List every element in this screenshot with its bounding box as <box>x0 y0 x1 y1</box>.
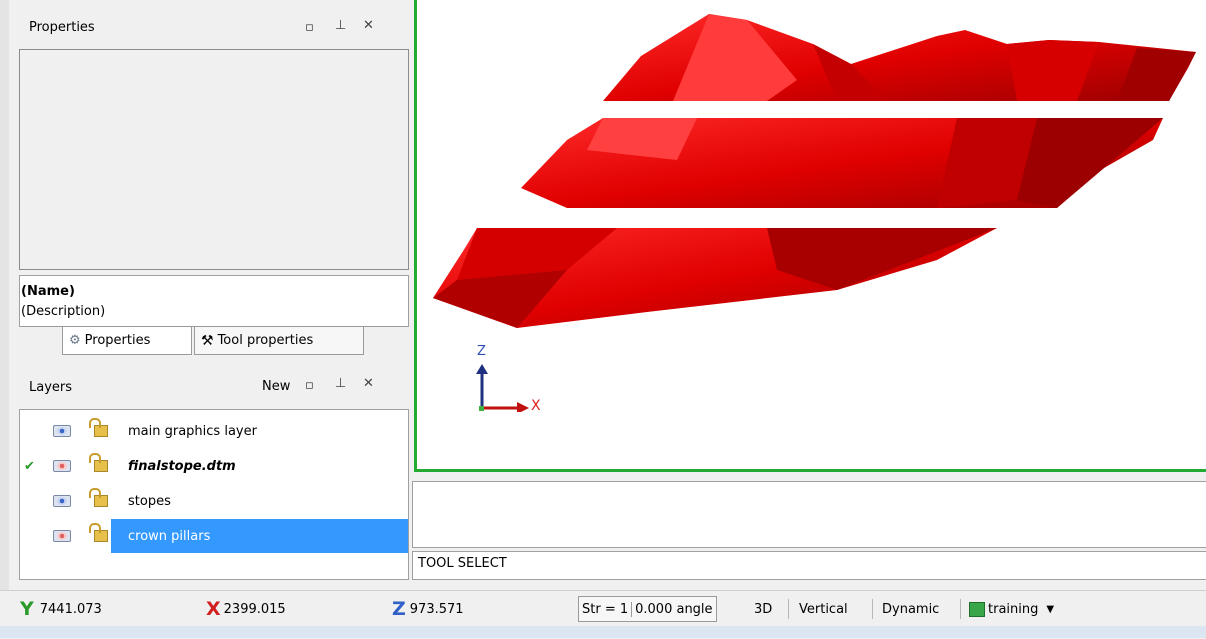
tab-tool-properties[interactable]: ⚒ Tool properties <box>194 327 364 355</box>
dynamic-toggle[interactable]: Dynamic <box>882 594 939 624</box>
z-coordinate: Z 973.571 <box>392 594 464 624</box>
tab-tool-properties-label: Tool properties <box>217 333 314 348</box>
pin-icon[interactable]: ⊥ <box>335 376 346 391</box>
float-icon[interactable]: ▫ <box>305 378 314 393</box>
lock-icon[interactable] <box>89 488 108 507</box>
property-name: (Name) <box>21 284 75 299</box>
properties-grid[interactable] <box>19 49 409 270</box>
layer-row[interactable]: ✔ finalstope.dtm <box>20 449 406 483</box>
axis-z-label: Z <box>477 344 486 359</box>
z-value: 973.571 <box>409 601 464 617</box>
layer-label: crown pillars <box>128 528 211 544</box>
angle-label[interactable]: 0.000 angle <box>631 601 715 617</box>
str-label: Str = 1 <box>582 601 629 617</box>
visibility-eye-icon[interactable] <box>53 460 71 472</box>
str-button[interactable]: Str = 1 0.000 angle <box>578 596 717 622</box>
cube-icon <box>969 601 985 617</box>
chevron-down-icon: ▼ <box>1046 603 1055 615</box>
y-coordinate: Y 7441.073 <box>20 594 102 624</box>
visibility-eye-icon[interactable] <box>53 530 71 542</box>
x-value: 2399.015 <box>223 601 286 617</box>
tab-properties-label: Properties <box>84 333 151 348</box>
viewport-3d[interactable]: Z X <box>414 0 1206 472</box>
lock-icon[interactable] <box>89 418 108 437</box>
layers-list[interactable]: main graphics layer ✔ finalstope.dtm sto… <box>19 409 409 580</box>
close-icon[interactable]: ✕ <box>363 376 374 391</box>
lock-icon[interactable] <box>89 523 108 542</box>
separator <box>960 599 961 619</box>
layer-row[interactable]: main graphics layer <box>20 414 406 448</box>
pin-icon[interactable]: ⊥ <box>335 18 346 33</box>
layer-label: main graphics layer <box>128 423 257 439</box>
project-selector[interactable]: training ▼ <box>969 594 1054 624</box>
lock-icon[interactable] <box>89 453 108 472</box>
left-edge <box>0 0 9 594</box>
float-icon[interactable]: ▫ <box>305 20 314 35</box>
visibility-eye-icon[interactable] <box>53 495 71 507</box>
check-icon: ✔ <box>24 458 35 474</box>
gears-icon: ⚙ <box>69 333 81 348</box>
tools-icon: ⚒ <box>201 332 214 349</box>
layer-label: finalstope.dtm <box>128 458 236 474</box>
layer-label: stopes <box>128 493 171 509</box>
layer-row[interactable]: stopes <box>20 484 406 518</box>
property-description: (Description) <box>21 304 106 319</box>
tool-status-text: TOOL SELECT <box>418 556 507 571</box>
y-value: 7441.073 <box>39 601 102 617</box>
visibility-eye-icon[interactable] <box>53 425 71 437</box>
x-coordinate: X 2399.015 <box>206 594 286 624</box>
property-description-box: (Name) (Description) <box>19 275 409 327</box>
z-axis-icon: Z <box>392 598 406 620</box>
tab-properties[interactable]: ⚙ Properties <box>62 327 192 355</box>
x-axis-icon: X <box>206 598 221 620</box>
separator <box>872 599 873 619</box>
separator <box>788 599 789 619</box>
tool-status-bar: TOOL SELECT <box>412 551 1206 580</box>
axis-triad <box>476 364 529 412</box>
vertical-toggle[interactable]: Vertical <box>799 594 848 624</box>
close-icon[interactable]: ✕ <box>363 18 374 33</box>
project-label: training <box>988 601 1039 617</box>
new-layer-button[interactable]: New <box>260 378 292 395</box>
y-axis-icon: Y <box>20 598 34 620</box>
layers-title: Layers <box>29 380 73 395</box>
status-bar-bottom-strip <box>0 626 1206 638</box>
layer-row[interactable]: crown pillars <box>20 519 408 553</box>
mode-3d[interactable]: 3D <box>754 594 772 624</box>
command-output[interactable] <box>412 481 1206 548</box>
properties-title: Properties <box>29 20 95 35</box>
